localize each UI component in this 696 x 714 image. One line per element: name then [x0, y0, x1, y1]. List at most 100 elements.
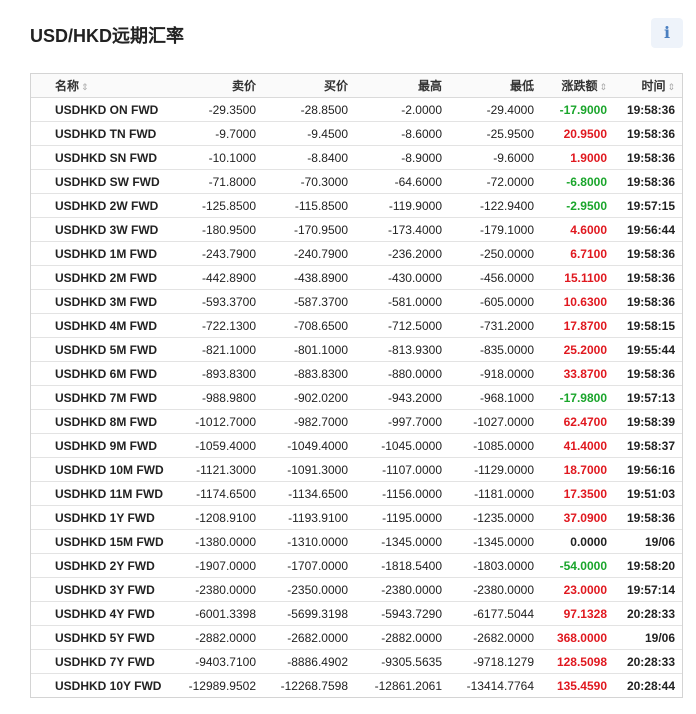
- row-low-cell: -731.2000: [449, 313, 541, 338]
- row-change-cell: 4.6000: [541, 217, 614, 242]
- row-ask-cell: -1380.0000: [169, 529, 263, 554]
- table-row[interactable]: USDHKD 11M FWD -1174.6500 -1134.6500 -1156.…: [31, 481, 682, 506]
- row-bid-cell: -170.9500: [263, 217, 355, 242]
- table-row[interactable]: USDHKD SN FWD -10.1000 -8.8400 -8.9000 -9.60…: [31, 145, 682, 170]
- row-high-cell: -1818.5400: [355, 553, 449, 578]
- row-high-cell: -880.0000: [355, 361, 449, 386]
- row-ask-cell: -180.9500: [169, 217, 263, 242]
- column-header-ask[interactable]: 卖价: [169, 74, 263, 98]
- row-bid-cell: -5699.3198: [263, 601, 355, 626]
- row-ask-cell: -1907.0000: [169, 553, 263, 578]
- row-low-cell: -2380.0000: [449, 577, 541, 602]
- row-name-cell: USDHKD 3W FWD: [31, 217, 169, 242]
- table-row[interactable]: USDHKD 3W FWD -180.9500 -170.9500 -173.4000…: [31, 217, 682, 242]
- table-row[interactable]: USDHKD 2Y FWD -1907.0000 -1707.0000 -1818.5…: [31, 553, 682, 578]
- row-low-cell: -1235.0000: [449, 505, 541, 530]
- row-ask-cell: -9403.7100: [169, 649, 263, 674]
- row-bid-cell: -883.8300: [263, 361, 355, 386]
- table-row[interactable]: USDHKD 15M FWD -1380.0000 -1310.0000 -1345.…: [31, 529, 682, 554]
- row-bid-cell: -1707.0000: [263, 553, 355, 578]
- table-row[interactable]: USDHKD 2M FWD -442.8900 -438.8900 -430.0000…: [31, 265, 682, 290]
- row-time-cell: 19:56:44: [614, 217, 682, 242]
- table-row[interactable]: USDHKD 3M FWD -593.3700 -587.3700 -581.0000…: [31, 289, 682, 314]
- table-row[interactable]: USDHKD 5Y FWD -2882.0000 -2682.0000 -2882.0…: [31, 625, 682, 650]
- table-row[interactable]: USDHKD 4Y FWD -6001.3398 -5699.3198 -5943.7…: [31, 601, 682, 626]
- row-low-cell: -1129.0000: [449, 457, 541, 482]
- row-change-cell: 41.4000: [541, 433, 614, 458]
- table-row[interactable]: USDHKD ON FWD -29.3500 -28.8500 -2.0000 -29.…: [31, 97, 682, 122]
- row-change-cell: 128.5098: [541, 649, 614, 674]
- row-time-cell: 19:58:36: [614, 169, 682, 194]
- row-low-cell: -1345.0000: [449, 529, 541, 554]
- forward-rates-table: 名称 ⇕ 卖价 买价 最高 最低 涨跌额 ⇕ 时间 ⇕ USDHKD ON FWD -2…: [30, 73, 683, 698]
- row-name-cell: USDHKD 5Y FWD: [31, 625, 169, 650]
- table-row[interactable]: USDHKD TN FWD -9.7000 -9.4500 -8.6000 -25.95…: [31, 121, 682, 146]
- row-time-cell: 19:58:36: [614, 241, 682, 266]
- row-low-cell: -250.0000: [449, 241, 541, 266]
- row-time-cell: 19:58:36: [614, 289, 682, 314]
- sort-updown-icon[interactable]: ⇕: [81, 82, 89, 92]
- row-time-cell: 20:28:33: [614, 601, 682, 626]
- table-row[interactable]: USDHKD 7Y FWD -9403.7100 -8886.4902 -9305.5…: [31, 649, 682, 674]
- row-name-cell: USDHKD 2M FWD: [31, 265, 169, 290]
- row-high-cell: -9305.5635: [355, 649, 449, 674]
- row-bid-cell: -438.8900: [263, 265, 355, 290]
- row-bid-cell: -8886.4902: [263, 649, 355, 674]
- row-bid-cell: -115.8500: [263, 193, 355, 218]
- table-row[interactable]: USDHKD 3Y FWD -2380.0000 -2350.0000 -2380.0…: [31, 577, 682, 602]
- table-row[interactable]: USDHKD 2W FWD -125.8500 -115.8500 -119.9000…: [31, 193, 682, 218]
- row-name-cell: USDHKD 2Y FWD: [31, 553, 169, 578]
- row-time-cell: 19:58:36: [614, 361, 682, 386]
- row-ask-cell: -9.7000: [169, 121, 263, 146]
- table-row[interactable]: USDHKD 9M FWD -1059.4000 -1049.4000 -1045.0…: [31, 433, 682, 458]
- row-change-cell: 25.2000: [541, 337, 614, 362]
- row-change-cell: -17.9000: [541, 97, 614, 122]
- row-bid-cell: -240.7900: [263, 241, 355, 266]
- table-row[interactable]: USDHKD SW FWD -71.8000 -70.3000 -64.6000 -72…: [31, 169, 682, 194]
- row-high-cell: -430.0000: [355, 265, 449, 290]
- row-change-cell: 0.0000: [541, 529, 614, 554]
- column-header-change[interactable]: 涨跌额 ⇕: [541, 74, 614, 98]
- row-high-cell: -943.2000: [355, 385, 449, 410]
- column-header-high[interactable]: 最高: [355, 74, 449, 98]
- table-row[interactable]: USDHKD 1M FWD -243.7900 -240.7900 -236.2000…: [31, 241, 682, 266]
- table-row[interactable]: USDHKD 7M FWD -988.9800 -902.0200 -943.2000…: [31, 385, 682, 410]
- row-bid-cell: -587.3700: [263, 289, 355, 314]
- column-header-time[interactable]: 时间 ⇕: [614, 74, 682, 98]
- row-change-cell: 17.8700: [541, 313, 614, 338]
- row-ask-cell: -71.8000: [169, 169, 263, 194]
- row-low-cell: -9718.1279: [449, 649, 541, 674]
- row-ask-cell: -29.3500: [169, 97, 263, 122]
- row-name-cell: USDHKD 3Y FWD: [31, 577, 169, 602]
- column-header-name[interactable]: 名称 ⇕: [31, 74, 169, 98]
- row-low-cell: -9.6000: [449, 145, 541, 170]
- row-ask-cell: -125.8500: [169, 193, 263, 218]
- sort-updown-icon[interactable]: ⇕: [667, 82, 675, 92]
- table-row[interactable]: USDHKD 10Y FWD -12989.9502 -12268.7598 -128…: [31, 674, 682, 698]
- column-header-bid[interactable]: 买价: [263, 74, 355, 98]
- row-change-cell: 37.0900: [541, 505, 614, 530]
- row-time-cell: 19:58:15: [614, 313, 682, 338]
- row-change-cell: 10.6300: [541, 289, 614, 314]
- row-ask-cell: -1121.3000: [169, 457, 263, 482]
- sort-updown-icon[interactable]: ⇕: [599, 82, 607, 92]
- table-header-row: 名称 ⇕ 卖价 买价 最高 最低 涨跌额 ⇕ 时间 ⇕: [31, 74, 682, 98]
- table-row[interactable]: USDHKD 1Y FWD -1208.9100 -1193.9100 -1195.0…: [31, 505, 682, 530]
- row-ask-cell: -1012.7000: [169, 409, 263, 434]
- row-ask-cell: -1059.4000: [169, 433, 263, 458]
- column-header-low[interactable]: 最低: [449, 74, 541, 98]
- row-name-cell: USDHKD 4Y FWD: [31, 601, 169, 626]
- row-change-cell: 62.4700: [541, 409, 614, 434]
- table-row[interactable]: USDHKD 8M FWD -1012.7000 -982.7000 -997.700…: [31, 409, 682, 434]
- row-high-cell: -712.5000: [355, 313, 449, 338]
- table-row[interactable]: USDHKD 10M FWD -1121.3000 -1091.3000 -1107.…: [31, 457, 682, 482]
- row-high-cell: -1045.0000: [355, 433, 449, 458]
- row-name-cell: USDHKD 3M FWD: [31, 289, 169, 314]
- table-row[interactable]: USDHKD 6M FWD -893.8300 -883.8300 -880.0000…: [31, 361, 682, 386]
- row-name-cell: USDHKD 9M FWD: [31, 433, 169, 458]
- row-name-cell: USDHKD 10Y FWD: [55, 678, 162, 693]
- table-row[interactable]: USDHKD 5M FWD -821.1000 -801.1000 -813.9300…: [31, 337, 682, 362]
- table-row[interactable]: USDHKD 4M FWD -722.1300 -708.6500 -712.5000…: [31, 313, 682, 338]
- info-icon[interactable]: i: [651, 18, 683, 48]
- row-high-cell: -173.4000: [355, 217, 449, 242]
